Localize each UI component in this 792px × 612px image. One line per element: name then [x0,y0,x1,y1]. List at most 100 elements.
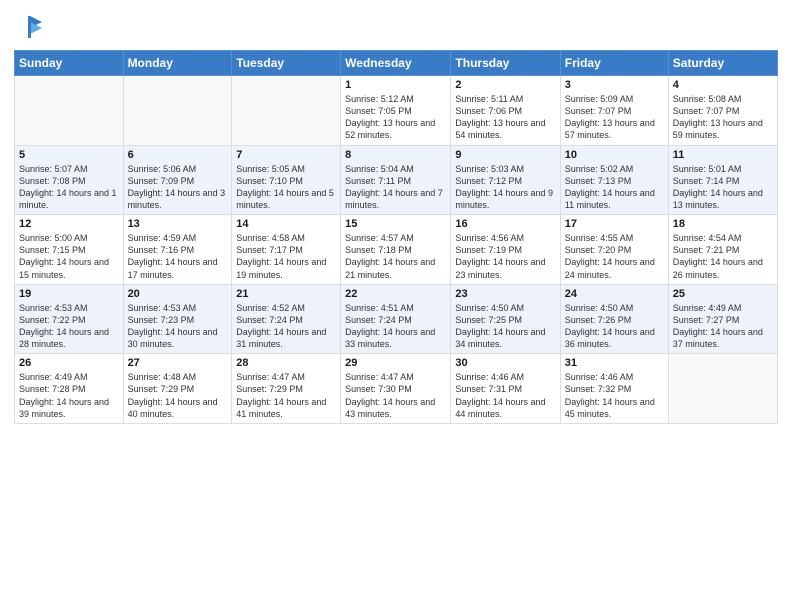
day-number: 12 [19,218,119,230]
calendar-cell: 10 Sunrise: 5:02 AMSunset: 7:13 PMDayligh… [560,145,668,215]
day-number: 2 [455,79,555,91]
calendar-cell: 3 Sunrise: 5:09 AMSunset: 7:07 PMDaylight… [560,76,668,146]
header [14,10,778,42]
day-number: 28 [236,357,336,369]
day-info: Sunrise: 4:47 AMSunset: 7:30 PMDaylight:… [345,371,446,420]
day-number: 6 [128,149,228,161]
day-info: Sunrise: 5:04 AMSunset: 7:11 PMDaylight:… [345,163,446,212]
weekday-header-wednesday: Wednesday [341,51,451,76]
day-info: Sunrise: 4:58 AMSunset: 7:17 PMDaylight:… [236,232,336,281]
calendar-cell: 5 Sunrise: 5:07 AMSunset: 7:08 PMDaylight… [15,145,124,215]
week-row-4: 19Sunrise: 4:53 AMSunset: 7:22 PMDayligh… [15,284,778,354]
day-info: Sunrise: 5:12 AMSunset: 7:05 PMDaylight:… [345,93,446,142]
day-number: 16 [455,218,555,230]
weekday-header-friday: Friday [560,51,668,76]
day-info: Sunrise: 5:01 AMSunset: 7:14 PMDaylight:… [673,163,773,212]
day-number: 10 [565,149,664,161]
day-info: Sunrise: 4:53 AMSunset: 7:22 PMDaylight:… [19,302,119,351]
day-number: 20 [128,288,228,300]
day-number: 3 [565,79,664,91]
day-info: Sunrise: 4:53 AMSunset: 7:23 PMDaylight:… [128,302,228,351]
calendar-cell: 21 Sunrise: 4:52 AMSunset: 7:24 PMDayligh… [232,284,341,354]
calendar-cell [668,354,777,424]
day-number: 26 [19,357,119,369]
day-number: 9 [455,149,555,161]
day-number: 17 [565,218,664,230]
day-number: 27 [128,357,228,369]
calendar-cell: 30 Sunrise: 4:46 AMSunset: 7:31 PMDayligh… [451,354,560,424]
day-number: 21 [236,288,336,300]
calendar-cell: 23 Sunrise: 4:50 AMSunset: 7:25 PMDayligh… [451,284,560,354]
calendar-cell: 26 Sunrise: 4:49 AMSunset: 7:28 PMDayligh… [15,354,124,424]
day-info: Sunrise: 4:52 AMSunset: 7:24 PMDaylight:… [236,302,336,351]
week-row-2: 5 Sunrise: 5:07 AMSunset: 7:08 PMDaylight… [15,145,778,215]
calendar-cell: 9 Sunrise: 5:03 AMSunset: 7:12 PMDaylight… [451,145,560,215]
calendar-cell: 2 Sunrise: 5:11 AMSunset: 7:06 PMDaylight… [451,76,560,146]
day-info: Sunrise: 5:11 AMSunset: 7:06 PMDaylight:… [455,93,555,142]
calendar-cell [123,76,232,146]
day-info: Sunrise: 5:06 AMSunset: 7:09 PMDaylight:… [128,163,228,212]
day-info: Sunrise: 4:47 AMSunset: 7:29 PMDaylight:… [236,371,336,420]
day-number: 30 [455,357,555,369]
day-number: 11 [673,149,773,161]
calendar-cell: 25Sunrise: 4:49 AMSunset: 7:27 PMDayligh… [668,284,777,354]
day-info: Sunrise: 4:46 AMSunset: 7:32 PMDaylight:… [565,371,664,420]
calendar-cell: 11 Sunrise: 5:01 AMSunset: 7:14 PMDayligh… [668,145,777,215]
calendar-cell: 31 Sunrise: 4:46 AMSunset: 7:32 PMDayligh… [560,354,668,424]
logo [14,14,44,42]
page: SundayMondayTuesdayWednesdayThursdayFrid… [0,0,792,612]
day-info: Sunrise: 4:59 AMSunset: 7:16 PMDaylight:… [128,232,228,281]
day-number: 22 [345,288,446,300]
calendar-cell [232,76,341,146]
calendar-cell: 24 Sunrise: 4:50 AMSunset: 7:26 PMDayligh… [560,284,668,354]
calendar-cell: 1 Sunrise: 5:12 AMSunset: 7:05 PMDaylight… [341,76,451,146]
calendar-cell [15,76,124,146]
day-info: Sunrise: 4:49 AMSunset: 7:27 PMDaylight:… [673,302,773,351]
day-info: Sunrise: 4:57 AMSunset: 7:18 PMDaylight:… [345,232,446,281]
weekday-header-tuesday: Tuesday [232,51,341,76]
day-number: 7 [236,149,336,161]
week-row-5: 26 Sunrise: 4:49 AMSunset: 7:28 PMDayligh… [15,354,778,424]
day-number: 8 [345,149,446,161]
day-number: 4 [673,79,773,91]
calendar-cell: 28 Sunrise: 4:47 AMSunset: 7:29 PMDayligh… [232,354,341,424]
calendar-cell: 15Sunrise: 4:57 AMSunset: 7:18 PMDayligh… [341,215,451,285]
day-info: Sunrise: 4:50 AMSunset: 7:26 PMDaylight:… [565,302,664,351]
calendar-cell: 12Sunrise: 5:00 AMSunset: 7:15 PMDayligh… [15,215,124,285]
calendar-cell: 4Sunrise: 5:08 AMSunset: 7:07 PMDaylight… [668,76,777,146]
day-number: 31 [565,357,664,369]
day-info: Sunrise: 4:51 AMSunset: 7:24 PMDaylight:… [345,302,446,351]
day-number: 24 [565,288,664,300]
calendar-cell: 8 Sunrise: 5:04 AMSunset: 7:11 PMDaylight… [341,145,451,215]
day-info: Sunrise: 4:49 AMSunset: 7:28 PMDaylight:… [19,371,119,420]
day-info: Sunrise: 4:46 AMSunset: 7:31 PMDaylight:… [455,371,555,420]
day-number: 14 [236,218,336,230]
weekday-header-monday: Monday [123,51,232,76]
week-row-1: 1 Sunrise: 5:12 AMSunset: 7:05 PMDaylight… [15,76,778,146]
day-number: 1 [345,79,446,91]
day-info: Sunrise: 5:07 AMSunset: 7:08 PMDaylight:… [19,163,119,212]
calendar-cell: 20 Sunrise: 4:53 AMSunset: 7:23 PMDayligh… [123,284,232,354]
day-info: Sunrise: 5:02 AMSunset: 7:13 PMDaylight:… [565,163,664,212]
calendar-cell: 22 Sunrise: 4:51 AMSunset: 7:24 PMDayligh… [341,284,451,354]
logo-flag-icon [16,14,44,42]
day-info: Sunrise: 5:09 AMSunset: 7:07 PMDaylight:… [565,93,664,142]
day-number: 29 [345,357,446,369]
day-info: Sunrise: 4:55 AMSunset: 7:20 PMDaylight:… [565,232,664,281]
day-info: Sunrise: 4:54 AMSunset: 7:21 PMDaylight:… [673,232,773,281]
calendar-cell: 19Sunrise: 4:53 AMSunset: 7:22 PMDayligh… [15,284,124,354]
weekday-header-sunday: Sunday [15,51,124,76]
week-row-3: 12Sunrise: 5:00 AMSunset: 7:15 PMDayligh… [15,215,778,285]
day-info: Sunrise: 4:50 AMSunset: 7:25 PMDaylight:… [455,302,555,351]
day-number: 18 [673,218,773,230]
weekday-header-thursday: Thursday [451,51,560,76]
calendar-cell: 27 Sunrise: 4:48 AMSunset: 7:29 PMDayligh… [123,354,232,424]
day-info: Sunrise: 5:03 AMSunset: 7:12 PMDaylight:… [455,163,555,212]
day-info: Sunrise: 4:56 AMSunset: 7:19 PMDaylight:… [455,232,555,281]
calendar-cell: 29 Sunrise: 4:47 AMSunset: 7:30 PMDayligh… [341,354,451,424]
calendar-cell: 17 Sunrise: 4:55 AMSunset: 7:20 PMDayligh… [560,215,668,285]
day-info: Sunrise: 4:48 AMSunset: 7:29 PMDaylight:… [128,371,228,420]
calendar-cell: 16 Sunrise: 4:56 AMSunset: 7:19 PMDayligh… [451,215,560,285]
day-number: 5 [19,149,119,161]
day-number: 23 [455,288,555,300]
